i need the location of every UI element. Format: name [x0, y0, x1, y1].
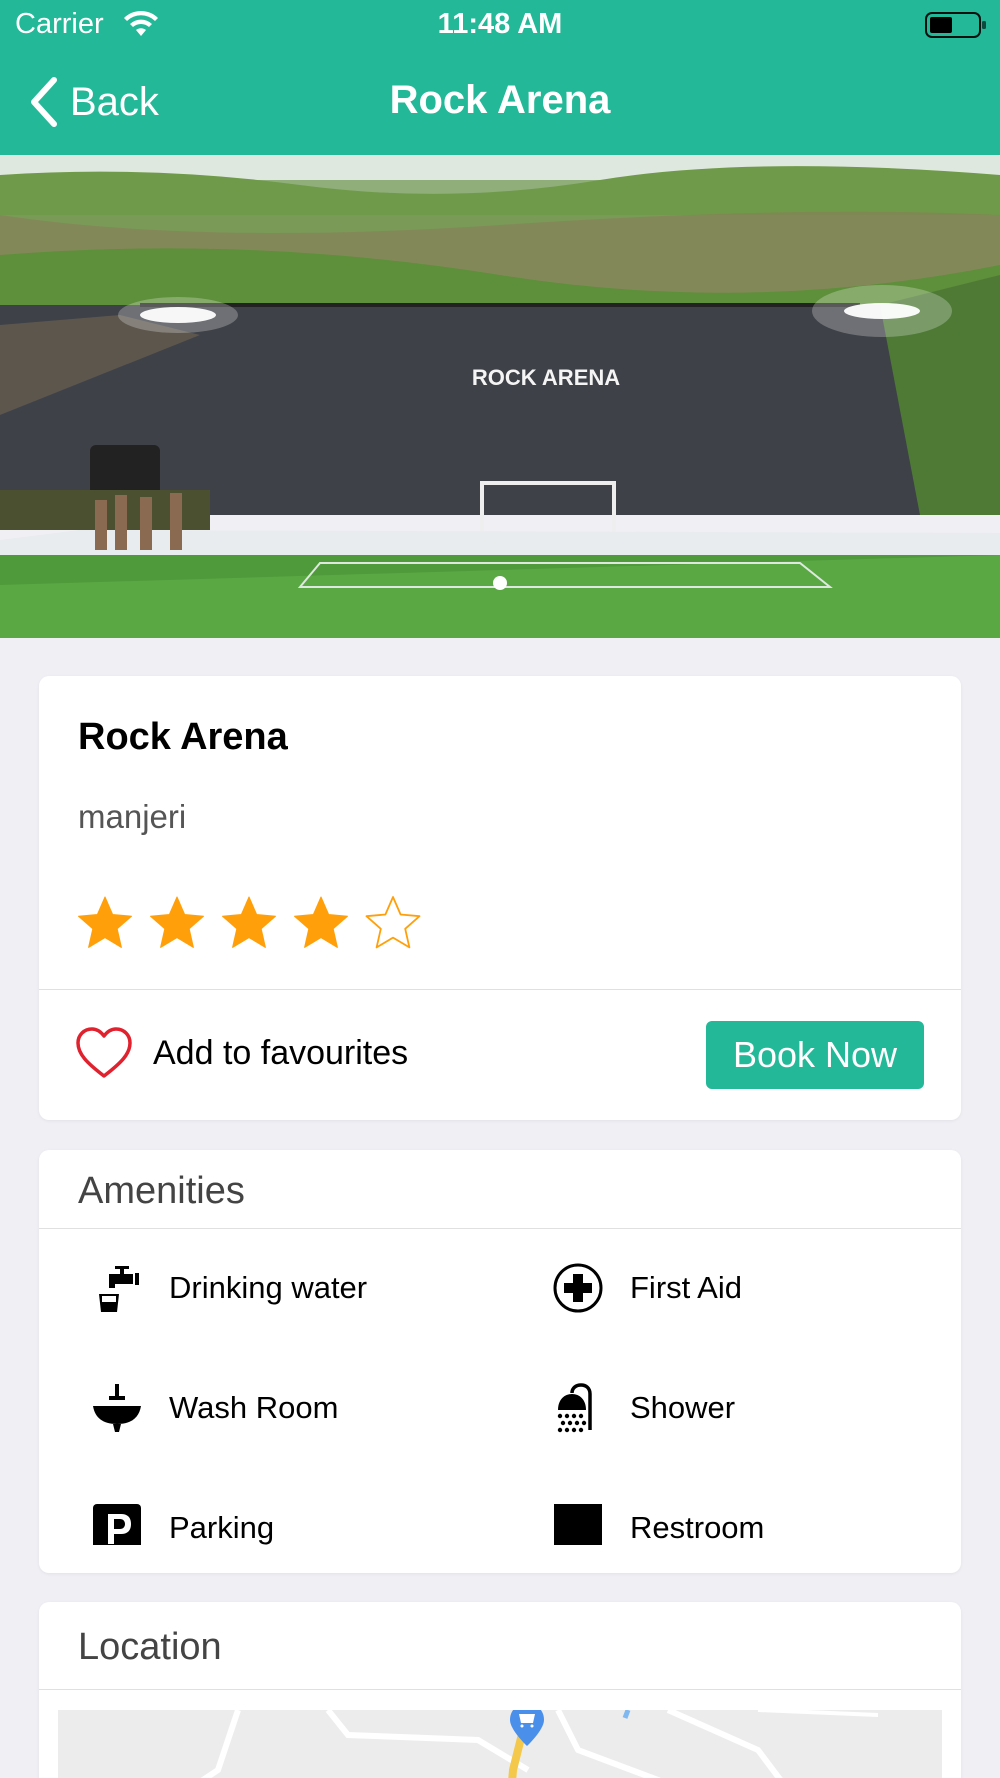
- divider: [39, 989, 961, 990]
- navigation-header: Carrier 11:48 AM Back Rock Arena: [0, 0, 1000, 155]
- amenity-shower: Shower: [552, 1373, 735, 1443]
- favourites-label: Add to favourites: [153, 1033, 409, 1072]
- venue-photo-carousel[interactable]: ROCK ARENA: [0, 155, 1000, 638]
- tap-icon: [99, 1266, 139, 1312]
- hero-sign-text: ROCK ARENA: [472, 365, 620, 390]
- venue-name: Rock Arena: [78, 716, 288, 758]
- map-view: [58, 1710, 942, 1778]
- star-filled-icon: [222, 896, 276, 948]
- star-filled-icon: [78, 896, 132, 948]
- carousel-page-dot: [493, 576, 507, 590]
- amenity-drinking-water: Drinking water: [91, 1253, 367, 1323]
- divider: [39, 1689, 961, 1690]
- restroom-icon: [554, 1504, 602, 1545]
- location-card: Location: [39, 1602, 961, 1778]
- book-now-button[interactable]: Book Now: [706, 1021, 924, 1089]
- amenity-label: First Aid: [630, 1270, 742, 1305]
- amenities-card: Amenities Drinking water First Aid Wash …: [39, 1150, 961, 1573]
- venue-photo: ROCK ARENA: [0, 155, 1000, 638]
- washbasin-icon: [93, 1384, 141, 1432]
- amenity-parking: Parking: [91, 1493, 274, 1545]
- amenity-wash-room: Wash Room: [91, 1373, 338, 1443]
- status-time: 11:48 AM: [437, 8, 563, 40]
- heart-icon: [76, 1027, 132, 1078]
- star-empty-icon: [365, 896, 421, 949]
- amenities-list[interactable]: Drinking water First Aid Wash Room Showe…: [39, 1229, 961, 1545]
- amenity-label: Shower: [630, 1390, 736, 1425]
- amenity-label: Wash Room: [169, 1390, 339, 1425]
- shower-icon: [557, 1383, 592, 1433]
- venue-location: manjeri: [78, 798, 187, 835]
- amenities-title: Amenities: [78, 1170, 245, 1212]
- page-title: Rock Arena: [389, 78, 611, 122]
- amenity-restroom: Restroom: [552, 1493, 764, 1545]
- amenity-label: Parking: [169, 1510, 275, 1545]
- star-filled-icon: [150, 896, 204, 948]
- amenity-first-aid: First Aid: [552, 1253, 742, 1323]
- battery-icon: [925, 12, 986, 38]
- star-rating: [75, 894, 435, 954]
- location-map[interactable]: [58, 1710, 942, 1778]
- status-bar: Carrier 11:48 AM: [0, 0, 1000, 50]
- first-aid-icon: [553, 1263, 603, 1313]
- add-to-favourites-button[interactable]: Add to favourites: [75, 1026, 408, 1080]
- location-title: Location: [78, 1626, 222, 1668]
- amenity-label: Restroom: [630, 1510, 765, 1545]
- parking-icon: [93, 1504, 141, 1545]
- star-filled-icon: [294, 896, 348, 948]
- amenity-label: Drinking water: [169, 1270, 368, 1305]
- venue-info-card: Rock Arena manjeri Add to favourites Boo…: [39, 676, 961, 1120]
